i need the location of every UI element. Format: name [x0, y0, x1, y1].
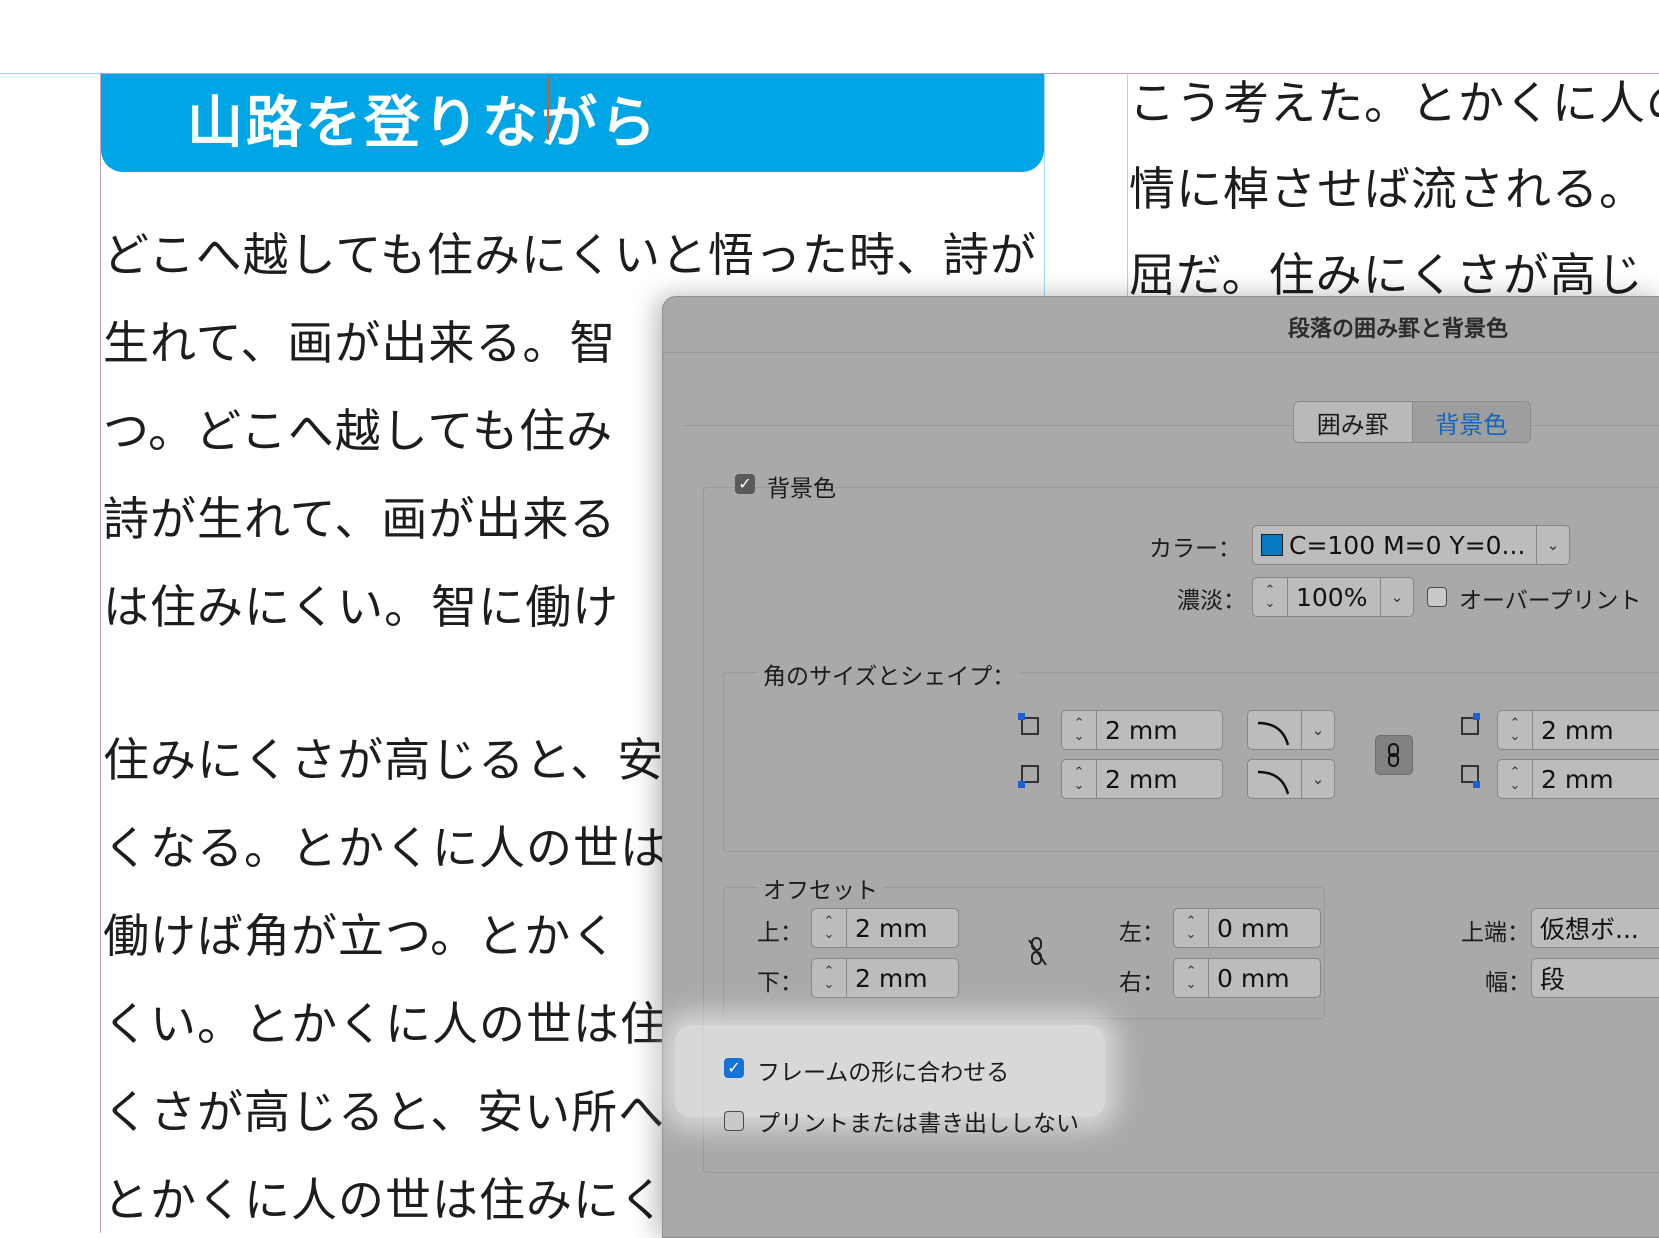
corner-top-right-value: 2 mm	[1541, 715, 1614, 745]
offset-bottom-field[interactable]: ⌃ ⌄ 2 mm	[811, 958, 959, 998]
rounded-corner-icon	[1257, 721, 1290, 746]
stepper-arrows-icon[interactable]: ⌃ ⌄	[1174, 959, 1209, 997]
overprint-label: オーバープリント	[1459, 588, 1642, 614]
body-text-line[interactable]: どこへ越しても住みにくいと悟った時、詩が	[103, 232, 1037, 278]
corner-shape-bottom-left-dropdown[interactable]: ⌄	[1247, 759, 1335, 799]
body-text-line[interactable]: くい。とかくに人の世は住	[103, 1001, 667, 1047]
stepper-arrows-icon[interactable]: ⌃ ⌄	[1498, 711, 1533, 749]
body-text-line[interactable]: 屈だ。住みにくさが高じ	[1129, 252, 1644, 298]
color-swatch	[1261, 534, 1283, 556]
top-edge-dropdown[interactable]: 仮想ボ...	[1531, 908, 1659, 948]
heading-text[interactable]: 山路を登りながら	[187, 78, 659, 159]
body-text-line[interactable]: 住みにくさが高じると、安	[103, 737, 664, 783]
corner-bottom-left-field[interactable]: ⌃ ⌄ 2 mm	[1061, 759, 1223, 799]
dialog-title: 段落の囲み罫と背景色	[1288, 317, 1509, 342]
shading-checkbox-label: 背景色	[767, 476, 836, 502]
body-text-line[interactable]: 働けば角が立つ。とかく	[103, 913, 618, 959]
chevron-down-icon[interactable]: ⌄	[1301, 760, 1334, 798]
body-text-line[interactable]: くさが高じると、安い所へ	[103, 1089, 665, 1135]
shading-checkbox[interactable]: ✓	[735, 474, 755, 494]
stepper-arrows-icon[interactable]: ⌃ ⌄	[1498, 760, 1533, 798]
stepper-arrows-icon[interactable]: ⌃ ⌄	[812, 959, 847, 997]
offset-group	[723, 887, 1325, 1019]
corner-marker	[1018, 781, 1025, 788]
width-dropdown[interactable]: 段	[1531, 958, 1659, 998]
stepper-arrows-icon[interactable]: ⌃ ⌄	[1062, 760, 1097, 798]
unlink-chain-icon[interactable]	[1027, 935, 1049, 969]
corner-bottom-left-value: 2 mm	[1105, 764, 1178, 794]
chevron-down-icon[interactable]: ⌄	[1301, 711, 1334, 749]
body-text-line[interactable]: 生れて、画が出来る。智	[103, 320, 616, 366]
tint-field[interactable]: ⌃ ⌄ 100% ⌄	[1252, 577, 1414, 617]
color-dropdown[interactable]: C=100 M=0 Y=0... ⌄	[1252, 525, 1570, 565]
corner-bottom-right-field[interactable]: ⌃ ⌄ 2 mm	[1497, 759, 1659, 799]
no-print-label: プリントまたは書き出ししない	[757, 1111, 1079, 1137]
body-text-line[interactable]: つ。どこへ越しても住み	[103, 408, 613, 454]
heading-paragraph-shading[interactable]: 山路を登りながら	[101, 74, 1044, 172]
width-value: 段	[1540, 965, 1566, 994]
corner-marker	[1018, 713, 1025, 720]
corner-section-label: 角のサイズとシェイプ：	[757, 657, 1022, 691]
tab-bar: 囲み罫 背景色	[1293, 401, 1531, 443]
overprint-checkbox[interactable]	[1427, 587, 1447, 607]
fit-to-frame-label: フレームの形に合わせる	[757, 1060, 1010, 1086]
chevron-down-icon[interactable]: ⌄	[1380, 578, 1413, 616]
width-label: 幅：	[1485, 970, 1531, 996]
body-text-line[interactable]: こう考えた。とかくに人の	[1129, 80, 1659, 126]
offset-bottom-value: 2 mm	[855, 963, 928, 993]
stepper-arrows-icon[interactable]: ⌃ ⌄	[1062, 711, 1097, 749]
dialog-titlebar[interactable]: 段落の囲み罫と背景色	[663, 297, 1659, 353]
stepper-arrows-icon[interactable]: ⌃ ⌄	[812, 909, 847, 947]
corner-shape-top-left-dropdown[interactable]: ⌄	[1247, 710, 1335, 750]
tint-value: 100%	[1296, 582, 1368, 612]
page-margin-left	[100, 73, 101, 1233]
offset-top-label: 上：	[757, 920, 803, 946]
corner-marker	[1473, 781, 1480, 788]
tint-label: 濃淡：	[1177, 588, 1246, 614]
corner-top-right-field[interactable]: ⌃ ⌄ 2 mm	[1497, 710, 1659, 750]
no-print-checkbox[interactable]	[724, 1111, 744, 1131]
corner-bottom-right-value: 2 mm	[1541, 764, 1614, 794]
guide-line	[0, 73, 100, 74]
color-label: カラー：	[1149, 536, 1241, 562]
rounded-corner-icon	[1257, 770, 1290, 795]
chain-link-icon	[1388, 743, 1399, 767]
corner-marker	[1473, 713, 1480, 720]
link-corners-button[interactable]	[1375, 735, 1413, 775]
body-text-line[interactable]: 情に棹させば流される。	[1129, 166, 1646, 212]
offset-top-value: 2 mm	[855, 913, 928, 943]
text-cursor	[547, 78, 549, 140]
chevron-down-icon[interactable]: ⌄	[1536, 526, 1569, 564]
corner-top-left-value: 2 mm	[1105, 715, 1178, 745]
offset-left-value: 0 mm	[1217, 913, 1290, 943]
body-text-line[interactable]: は住みにくい。智に働け	[103, 584, 619, 630]
top-edge-value: 仮想ボ...	[1540, 915, 1639, 944]
body-text-line[interactable]: くなる。とかくに人の世は	[103, 825, 667, 871]
offset-bottom-label: 下：	[757, 970, 803, 996]
offset-right-field[interactable]: ⌃ ⌄ 0 mm	[1173, 958, 1321, 998]
color-value: C=100 M=0 Y=0...	[1289, 530, 1526, 560]
column-guide	[1127, 73, 1128, 303]
offset-left-field[interactable]: ⌃ ⌄ 0 mm	[1173, 908, 1321, 948]
stepper-arrows-icon[interactable]: ⌃ ⌄	[1253, 578, 1288, 616]
offset-section-label: オフセット	[757, 871, 884, 905]
body-text-line[interactable]: 詩が生れて、画が出来る	[103, 496, 616, 542]
fit-to-frame-checkbox[interactable]: ✓	[724, 1058, 744, 1078]
offset-right-value: 0 mm	[1217, 963, 1290, 993]
tab-border[interactable]: 囲み罫	[1294, 402, 1412, 442]
offset-top-field[interactable]: ⌃ ⌄ 2 mm	[811, 908, 959, 948]
top-edge-label: 上端：	[1461, 920, 1530, 946]
column-guide	[1044, 73, 1045, 303]
stepper-arrows-icon[interactable]: ⌃ ⌄	[1174, 909, 1209, 947]
body-text-line[interactable]: とかくに人の世は住みにく	[103, 1177, 666, 1223]
offset-right-label: 右：	[1119, 970, 1165, 996]
tab-shading[interactable]: 背景色	[1411, 402, 1530, 442]
offset-left-label: 左：	[1119, 920, 1165, 946]
corner-top-left-field[interactable]: ⌃ ⌄ 2 mm	[1061, 710, 1223, 750]
